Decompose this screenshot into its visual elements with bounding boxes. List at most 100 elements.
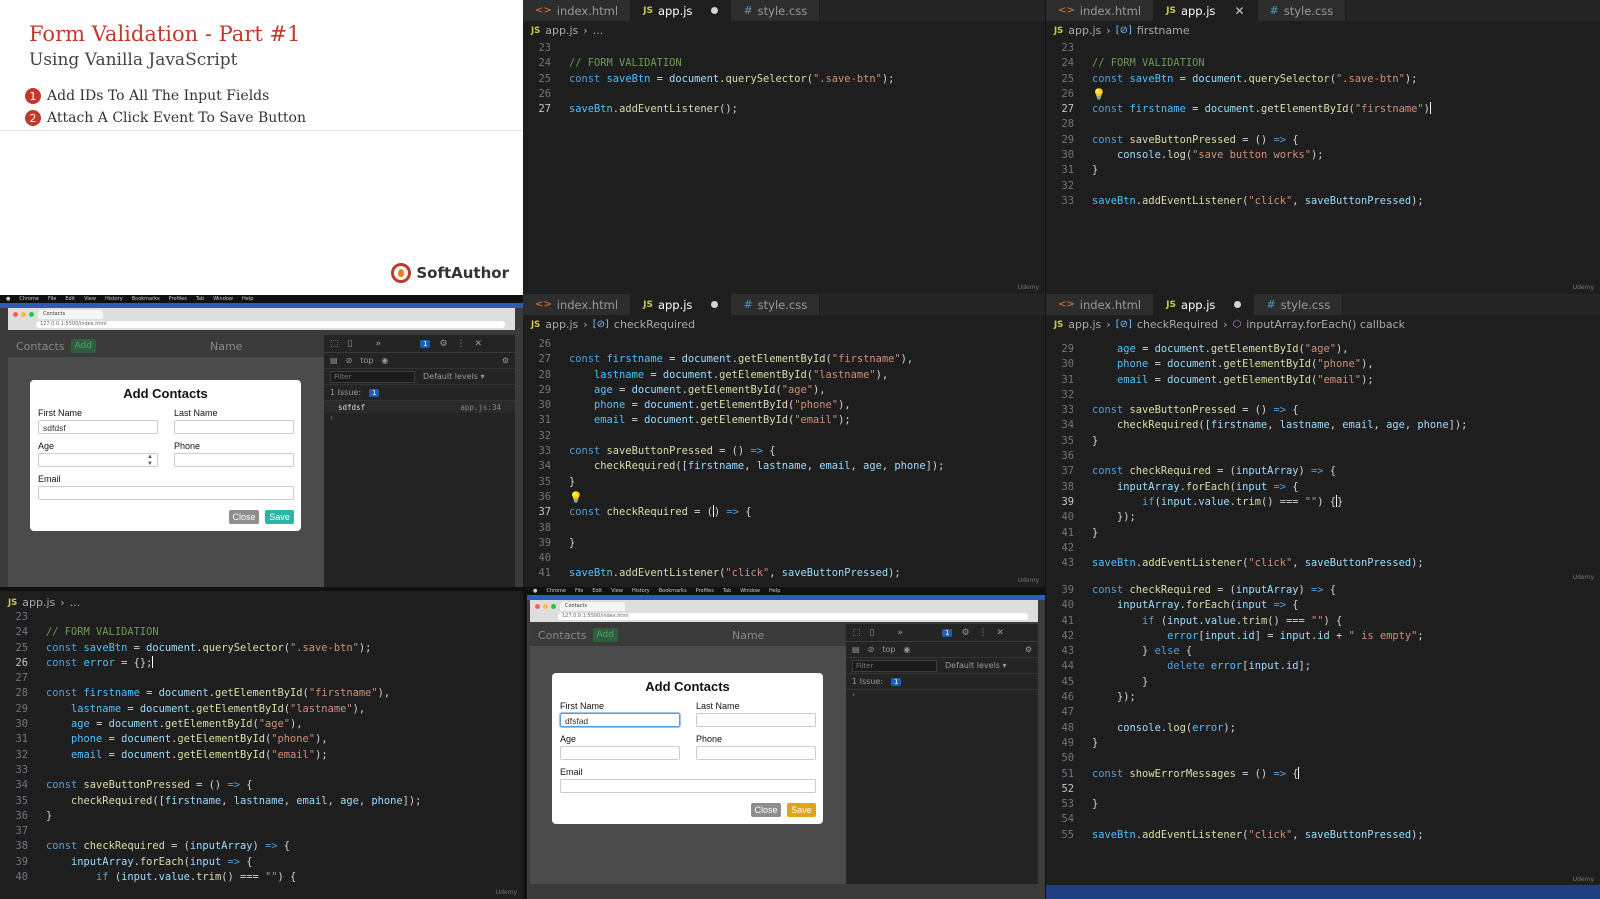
context-select[interactable]: top	[360, 356, 373, 365]
editor-tabs: <> index.html JS app.js # style.css	[523, 0, 1045, 21]
save-button[interactable]: Save	[787, 803, 816, 817]
method-icon: ⬡	[1232, 319, 1242, 330]
log-source-link[interactable]: app.js:34	[460, 403, 501, 412]
console-log-line: sdfdsf app.js:34	[324, 401, 515, 413]
tab-app-js[interactable]: JS app.js	[631, 0, 732, 21]
console-prompt[interactable]: ›	[324, 413, 515, 422]
more-tabs-icon[interactable]: »	[375, 339, 381, 349]
eye-icon[interactable]: ◉	[903, 645, 910, 654]
nav-add-button[interactable]: Add	[592, 628, 618, 642]
js-file-icon: JS	[1166, 299, 1176, 310]
sidebar-toggle-icon[interactable]: ▤	[330, 356, 338, 365]
code-editor-1: <> index.html JS app.js # style.css JS app.j…	[523, 0, 1045, 294]
last-name-input[interactable]	[696, 713, 816, 727]
issues-count-badge[interactable]: 1	[891, 677, 902, 686]
email-input[interactable]	[38, 486, 294, 500]
js-file-icon: JS	[531, 25, 541, 36]
add-contacts-modal: Add Contacts First Name sdfdsf Last Name…	[30, 380, 301, 531]
device-icon[interactable]: ▯	[870, 628, 875, 638]
breadcrumb[interactable]: JS app.js ›...	[523, 21, 1045, 40]
breadcrumb[interactable]: JS app.js › [⊘] checkRequired › ⬡ inputArray.fo…	[1046, 315, 1600, 334]
code-area[interactable]: 23 24// FORM VALIDATION 25 const saveBtn …	[0, 610, 523, 885]
code-area[interactable]: 39 const checkRequired = (inputArray) => …	[1046, 584, 1600, 843]
phone-input[interactable]	[696, 746, 816, 760]
gear-icon[interactable]: ⚙	[439, 339, 447, 349]
code-area[interactable]: 23 24// FORM VALIDATION 25 const saveBtn …	[1046, 41, 1600, 209]
issues-badge[interactable]: 1	[941, 628, 953, 637]
modal-title: Add Contacts	[123, 386, 208, 401]
kebab-menu-icon[interactable]: ⋮	[979, 628, 988, 638]
tab-app-js[interactable]: JS app.js	[631, 294, 732, 315]
tab-app-js[interactable]: JS app.js	[1154, 294, 1255, 315]
more-tabs-icon[interactable]: »	[897, 628, 903, 638]
tab-style-css[interactable]: # style.css	[1257, 0, 1347, 21]
phone-input[interactable]	[174, 453, 294, 467]
number-stepper-icon[interactable]: ▲ ▼	[147, 454, 153, 468]
close-button[interactable]: Close	[751, 803, 781, 817]
breadcrumb[interactable]: JS app.js › [⊘] checkRequired	[523, 315, 1045, 334]
filter-input[interactable]: Filter	[330, 370, 415, 383]
tab-index-html[interactable]: <> index.html	[523, 0, 632, 21]
context-select[interactable]: top	[882, 645, 895, 654]
inspect-icon[interactable]: ⬚	[330, 339, 339, 349]
close-tab-icon[interactable]: ✕	[1234, 4, 1244, 18]
step-number: 2	[25, 110, 41, 126]
save-button[interactable]: Save	[265, 510, 294, 524]
close-button[interactable]: Close	[229, 510, 259, 524]
first-name-input[interactable]: dfsfad	[560, 713, 680, 727]
tab-style-css[interactable]: # style.css	[731, 294, 821, 315]
tab-index-html[interactable]: <> index.html	[523, 294, 632, 315]
clear-console-icon[interactable]: ⊘	[346, 356, 353, 365]
phone-field: Phone	[696, 734, 816, 760]
close-icon[interactable]: ✕	[997, 628, 1005, 638]
breadcrumb[interactable]: JS app.js › [⊘] firstname	[1046, 21, 1600, 40]
first-name-input[interactable]: sdfdsf	[38, 420, 158, 434]
lightbulb-icon[interactable]: 💡	[569, 490, 583, 505]
age-input[interactable]	[560, 746, 680, 760]
inspect-icon[interactable]: ⬚	[852, 628, 861, 638]
levels-dropdown[interactable]: Default levels ▾	[945, 661, 1007, 670]
levels-dropdown[interactable]: Default levels ▾	[423, 372, 485, 381]
lightbulb-icon[interactable]: 💡	[1092, 87, 1106, 102]
step-number: 1	[25, 88, 41, 104]
settings-icon[interactable]: ⚙	[502, 356, 509, 365]
address-bar[interactable]: 127.0.0.1:5500/index.html	[36, 321, 505, 328]
eye-icon[interactable]: ◉	[381, 356, 388, 365]
console-prompt[interactable]: ›	[846, 690, 1038, 699]
close-icon[interactable]: ✕	[475, 339, 483, 349]
device-icon[interactable]: ▯	[348, 339, 353, 349]
browser-tab[interactable]: Contacts	[38, 310, 103, 319]
code-area[interactable]: 26 27 const firstname = document. getEleme…	[523, 337, 1045, 582]
tab-style-css[interactable]: # style.css	[731, 0, 821, 21]
last-name-input[interactable]	[174, 420, 294, 434]
tab-app-js[interactable]: JS app.js ✕	[1154, 0, 1258, 21]
browser-tab[interactable]: Contacts	[560, 602, 625, 611]
code-area[interactable]: 23 24// FORM VALIDATION 25 const saveBtn …	[523, 41, 1045, 117]
email-input[interactable]	[560, 779, 816, 793]
filter-input[interactable]: Filter	[852, 659, 937, 672]
nav-add-button[interactable]: Add	[70, 339, 96, 353]
slide-divider	[0, 130, 523, 131]
address-bar[interactable]: 127.0.0.1:5500/index.html	[558, 613, 1028, 620]
os-menubar: ● Chrome File Edit View History Bookmarks Profi…	[0, 295, 523, 303]
tab-index-html[interactable]: <> index.html	[1046, 0, 1155, 21]
nav-contacts[interactable]: Contacts	[16, 340, 65, 353]
code-area[interactable]: 29 age = document. getElementById("age"),…	[1046, 342, 1600, 571]
age-input[interactable]: ▲ ▼	[38, 453, 158, 467]
last-name-field: Last Name	[174, 408, 294, 434]
issues-row: 1 Issue: 1	[846, 674, 1038, 690]
sidebar-toggle-icon[interactable]: ▤	[852, 645, 860, 654]
css-file-icon: #	[1266, 298, 1276, 311]
gear-icon[interactable]: ⚙	[961, 628, 969, 638]
kebab-menu-icon[interactable]: ⋮	[457, 339, 466, 349]
settings-icon[interactable]: ⚙	[1025, 645, 1032, 654]
html-file-icon: <>	[535, 5, 552, 16]
issues-count-badge[interactable]: 1	[369, 388, 380, 397]
tab-style-css[interactable]: # style.css	[1254, 294, 1344, 315]
tab-index-html[interactable]: <> index.html	[1046, 294, 1155, 315]
issues-badge[interactable]: 1	[419, 339, 431, 348]
clear-console-icon[interactable]: ⊘	[868, 645, 875, 654]
devtools-panel: ⬚ ▯ » 1 ⚙ ⋮ ✕ ▤ ⊘ top ◉ ⚙ Filter Default leve…	[846, 624, 1038, 884]
console-toolbar: ▤ ⊘ top ◉ ⚙	[846, 642, 1038, 658]
nav-contacts[interactable]: Contacts	[538, 629, 587, 642]
